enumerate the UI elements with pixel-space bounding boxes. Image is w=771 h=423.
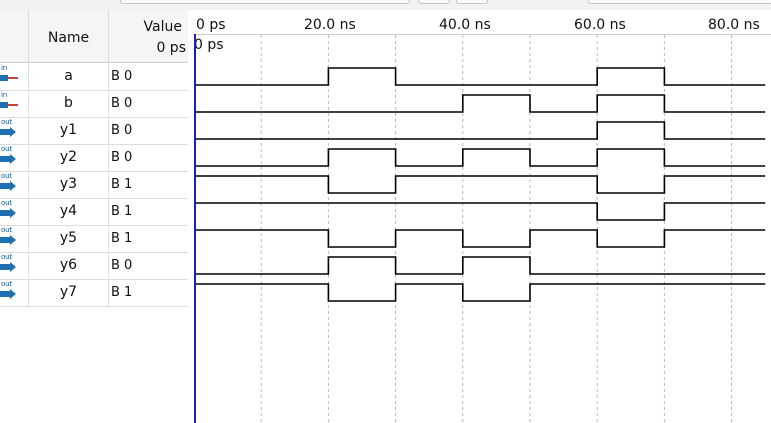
signal-list-panel: Name Value 0 ps in a B 0 in b B 0 out y1 B 0 out y… [0, 10, 189, 423]
pin-icon-cell: in [0, 63, 29, 90]
value-column-time: 0 ps [156, 40, 186, 56]
pin-icon-cell: out [0, 144, 29, 171]
value-column-label: Value [143, 19, 182, 35]
signal-name: y5 [29, 225, 109, 252]
toolbar-button[interactable] [456, 0, 488, 4]
output-pin-icon: out [0, 280, 22, 302]
signal-row-y1[interactable]: out y1 B 0 [0, 117, 188, 145]
output-pin-icon: out [0, 253, 22, 275]
signal-value: B 0 [111, 69, 133, 84]
pin-icon-cell: in [0, 90, 29, 117]
signal-name: y6 [29, 252, 109, 279]
signal-value: B 0 [111, 150, 133, 165]
signal-row-y3[interactable]: out y3 B 1 [0, 171, 188, 199]
waveform-y2 [194, 148, 766, 167]
signal-list-header: Name Value 0 ps [0, 10, 188, 63]
toolbar-button[interactable] [418, 0, 450, 4]
signal-name: y3 [29, 171, 109, 198]
output-pin-icon: out [0, 199, 22, 221]
signal-row-y7[interactable]: out y7 B 1 [0, 279, 188, 307]
toolbar-control[interactable] [588, 0, 771, 4]
pin-icon-cell: out [0, 198, 29, 225]
waveform-y7 [194, 283, 766, 302]
signal-value: B 1 [111, 231, 133, 246]
signal-row-b[interactable]: in b B 0 [0, 90, 188, 118]
time-cursor[interactable] [194, 34, 196, 423]
signal-name: b [29, 90, 109, 117]
signal-name: y7 [29, 279, 109, 306]
pin-icon-cell: out [0, 117, 29, 144]
output-pin-icon: out [0, 172, 22, 194]
pin-icon-cell: out [0, 252, 29, 279]
header-icon-column [0, 10, 29, 62]
pin-icon-cell: out [0, 171, 29, 198]
signal-value: B 1 [111, 204, 133, 219]
waveform-y1 [194, 121, 766, 140]
signal-value: B 0 [111, 258, 133, 273]
signal-name: y1 [29, 117, 109, 144]
signal-row-a[interactable]: in a B 0 [0, 63, 188, 91]
waveform-y3 [194, 175, 766, 194]
signal-value: B 0 [111, 96, 133, 111]
waveform-y4 [194, 202, 766, 221]
signal-value: B 0 [111, 123, 133, 138]
signal-name: y4 [29, 198, 109, 225]
waveform-a [194, 67, 766, 86]
signal-name: a [29, 63, 109, 90]
signal-row-y6[interactable]: out y6 B 0 [0, 252, 188, 280]
waveform-b [194, 94, 766, 113]
signal-row-y5[interactable]: out y5 B 1 [0, 225, 188, 253]
signal-name: y2 [29, 144, 109, 171]
pin-icon-cell: out [0, 225, 29, 252]
waveform-y5 [194, 229, 766, 248]
waveform-y6 [194, 256, 766, 275]
signal-value: B 1 [111, 177, 133, 192]
output-pin-icon: out [0, 145, 22, 167]
name-column-label: Name [47, 30, 90, 46]
input-pin-icon: in [0, 64, 22, 86]
signal-row-y4[interactable]: out y4 B 1 [0, 198, 188, 226]
name-column-header[interactable]: Name [29, 10, 109, 62]
signal-row-y2[interactable]: out y2 B 0 [0, 144, 188, 172]
toolbar-strip [0, 0, 771, 10]
waveform-panel[interactable]: 0 ps 20.0 ns 40.0 ns 60.0 ns 80.0 ns 0 p… [188, 10, 771, 423]
pin-icon-cell: out [0, 279, 29, 306]
waveform-traces [194, 35, 766, 423]
output-pin-icon: out [0, 118, 22, 140]
toolbar-control[interactable] [120, 0, 410, 4]
output-pin-icon: out [0, 226, 22, 248]
signal-value: B 1 [111, 285, 133, 300]
input-pin-icon: in [0, 91, 22, 113]
